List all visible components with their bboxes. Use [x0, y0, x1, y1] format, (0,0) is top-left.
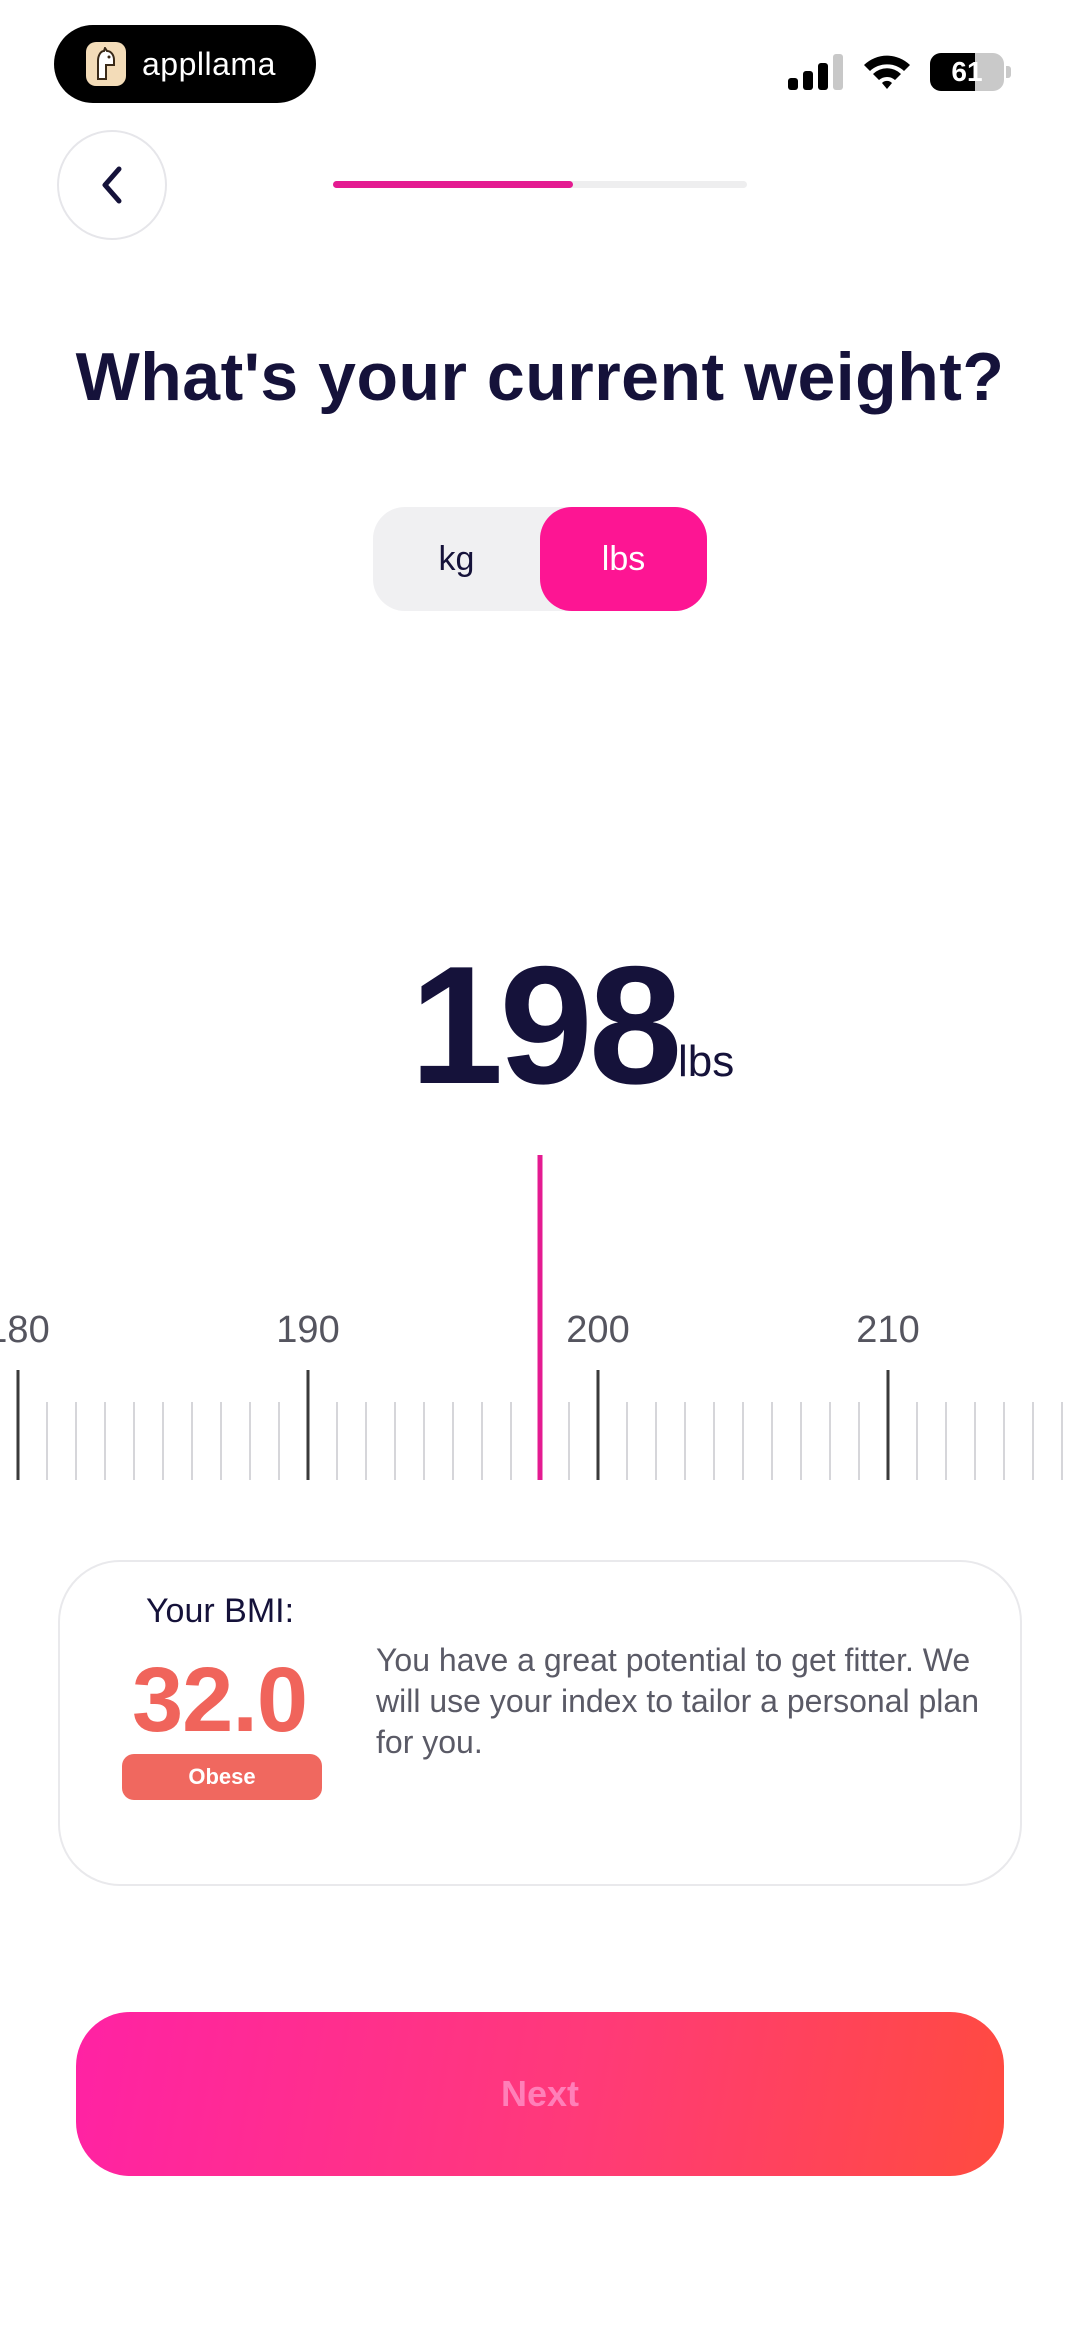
wifi-icon: [864, 55, 910, 89]
bmi-card: Your BMI: 32.0 Obese You have a great po…: [58, 1560, 1022, 1886]
bmi-value: 32.0: [132, 1649, 308, 1751]
progress-fill: [333, 181, 574, 188]
onboarding-progress-bar: [333, 181, 747, 188]
chevron-left-icon: [102, 166, 122, 204]
back-button[interactable]: [57, 130, 167, 240]
weight-value: 198: [410, 931, 682, 1119]
unit-option-lbs[interactable]: lbs: [540, 507, 707, 611]
cellular-signal-icon: [788, 54, 843, 90]
page-title: What's your current weight?: [75, 339, 1005, 415]
weight-ruler-slider[interactable]: 180 190 200 210: [0, 1140, 1080, 1480]
weight-unit: lbs: [678, 1037, 735, 1086]
ruler-label: 200: [566, 1309, 629, 1351]
bmi-description: You have a great potential to get fitter…: [376, 1642, 979, 1760]
next-button-label: Next: [500, 2073, 580, 2114]
llama-logo-icon: [86, 42, 126, 86]
app-name: appllama: [142, 45, 276, 82]
battery-percentage: 61: [951, 56, 983, 87]
ruler-label: 190: [276, 1309, 339, 1351]
next-button[interactable]: Next: [76, 2012, 1004, 2176]
unit-toggle: kg lbs: [373, 507, 707, 611]
bmi-label: Your BMI:: [146, 1592, 295, 1630]
onboarding-weight-screen: appllama 61 What's your current weight? …: [0, 0, 1080, 2336]
ruler-label: 210: [856, 1309, 919, 1351]
bmi-category-badge: Obese: [122, 1754, 322, 1800]
ruler-label: 180: [0, 1309, 50, 1351]
battery-cap: [1006, 66, 1011, 78]
app-indicator-pill[interactable]: appllama: [54, 25, 316, 103]
weight-display: 198 lbs: [0, 931, 1080, 1119]
unit-option-kg[interactable]: kg: [373, 507, 540, 611]
battery-indicator: 61: [930, 53, 1011, 91]
